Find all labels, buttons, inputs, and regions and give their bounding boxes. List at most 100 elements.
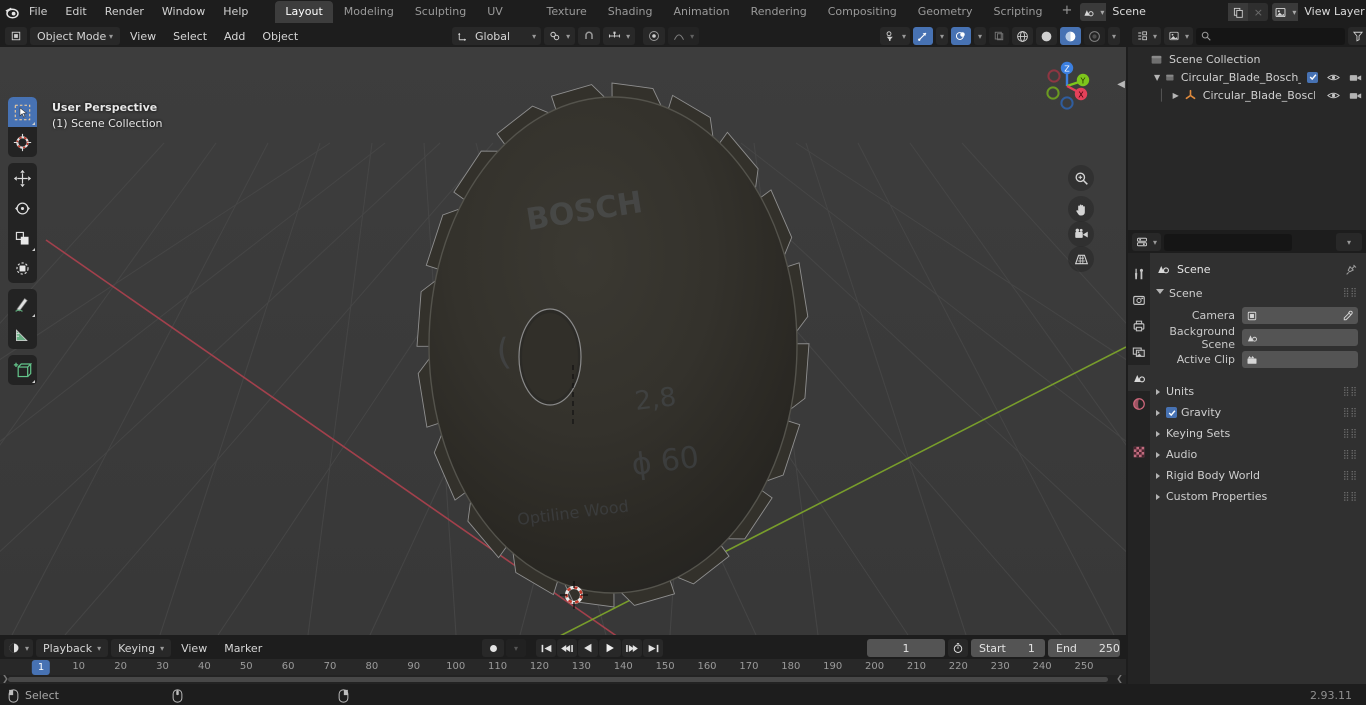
xray-toggle[interactable] — [988, 27, 1009, 45]
camera-render-icon[interactable] — [1349, 90, 1362, 101]
zoom-nav-button[interactable] — [1068, 165, 1094, 191]
jump-to-prev-keyframe-button[interactable] — [557, 639, 577, 657]
gizmo-settings-dropdown[interactable]: ▾ — [935, 27, 948, 45]
transform-tool[interactable] — [8, 253, 37, 283]
properties-search-field[interactable] — [1173, 236, 1299, 248]
collection-exclude-checkbox[interactable] — [1307, 71, 1318, 83]
world-tab[interactable] — [1128, 391, 1150, 417]
pan-nav-button[interactable] — [1068, 196, 1094, 222]
camera-field-input[interactable] — [1242, 307, 1358, 324]
tool-tab[interactable] — [1128, 261, 1150, 287]
navigation-gizmo[interactable]: Z Y X — [1036, 55, 1098, 117]
viewport-canvas[interactable]: BOSCH ( ) 2,8 ϕ 60 Optiline Wood User Pe… — [0, 47, 1126, 635]
add-cube-tool[interactable] — [8, 355, 37, 385]
shading-material-preview-button[interactable] — [1059, 27, 1081, 45]
scroll-right-arrow[interactable]: ❮ — [1116, 674, 1123, 683]
menu-file[interactable]: File — [20, 3, 56, 21]
eye-icon[interactable] — [1327, 72, 1340, 83]
camera-view-button[interactable] — [1068, 221, 1094, 247]
expander-closed-icon[interactable]: ▶ — [1173, 91, 1179, 100]
scene-tab[interactable] — [1128, 365, 1150, 391]
start-frame-field[interactable]: Start 1 — [971, 639, 1045, 657]
filter-id-icon[interactable]: ▾ — [1164, 27, 1194, 45]
play-button[interactable] — [599, 639, 621, 657]
outliner-filter-button[interactable]: ▾ — [1348, 27, 1366, 45]
eyedropper-icon[interactable] — [1342, 310, 1354, 322]
shading-solid-button[interactable] — [1035, 27, 1057, 45]
scene-datablock[interactable]: ▾ Scene × — [1080, 3, 1269, 21]
jump-to-start-button[interactable] — [536, 639, 556, 657]
timeline-menu-keying[interactable]: Keying ▾ — [111, 639, 172, 657]
timeline-menu-view[interactable]: View — [174, 639, 214, 657]
output-tab[interactable] — [1128, 313, 1150, 339]
workspace-tab-modeling[interactable]: Modeling — [334, 1, 404, 23]
viewlayer-datablock[interactable]: ▾ View Layer × — [1272, 3, 1366, 21]
gravity-checkbox[interactable] — [1166, 407, 1177, 418]
object-visibility-dropdown[interactable]: ▾ — [879, 27, 910, 45]
timeline-menu-playback[interactable]: Playback ▾ — [36, 639, 109, 657]
jump-to-end-button[interactable] — [643, 639, 663, 657]
show-overlays-toggle[interactable] — [950, 27, 971, 45]
viewport-menu-object[interactable]: Object — [255, 27, 305, 45]
outliner-row-collection[interactable]: ▼ Circular_Blade_Bosch_for_Wo — [1128, 68, 1366, 86]
active-clip-field-input[interactable] — [1242, 351, 1358, 368]
pin-icon[interactable] — [1345, 263, 1358, 276]
shading-settings-dropdown[interactable]: ▾ — [1107, 27, 1120, 45]
panel-drag-handle[interactable]: ⣿⣿ — [1343, 408, 1358, 418]
workspace-tab-shading[interactable]: Shading — [598, 1, 663, 23]
editor-type-timeline-icon[interactable]: ▾ — [4, 639, 34, 657]
background-scene-field-input[interactable] — [1242, 329, 1358, 346]
eye-icon[interactable] — [1327, 90, 1340, 101]
panel-drag-handle[interactable]: ⣿⣿ — [1343, 471, 1358, 481]
cursor-tool[interactable] — [8, 127, 37, 157]
workspace-tab-sculpting[interactable]: Sculpting — [405, 1, 476, 23]
camera-render-icon[interactable] — [1349, 72, 1362, 83]
panel-drag-handle[interactable]: ⣿⣿ — [1343, 450, 1358, 460]
viewport-menu-view[interactable]: View — [123, 27, 163, 45]
tweak-select-tool[interactable] — [8, 97, 37, 127]
viewport-menu-select[interactable]: Select — [166, 27, 214, 45]
workspace-tab-rendering[interactable]: Rendering — [741, 1, 817, 23]
panel-drag-handle[interactable]: ⣿⣿ — [1343, 492, 1358, 502]
workspace-tab-layout[interactable]: Layout — [275, 1, 333, 23]
outliner-search-input[interactable] — [1196, 27, 1346, 45]
timeline-scrollbar[interactable]: ❯ ❮ — [0, 674, 1126, 684]
scene-panel-header[interactable]: Scene ⣿⣿ — [1156, 283, 1358, 303]
section-keying-sets[interactable]: Keying Sets ⣿⣿ — [1156, 423, 1358, 444]
menu-help[interactable]: Help — [214, 3, 257, 21]
add-workspace-button[interactable]: + — [1053, 1, 1080, 23]
menu-render[interactable]: Render — [96, 3, 153, 21]
viewport-menu-add[interactable]: Add — [217, 27, 252, 45]
transform-orientation-dropdown[interactable]: Global ▾ — [452, 27, 542, 45]
workspace-tab-animation[interactable]: Animation — [663, 1, 739, 23]
outliner-search-field[interactable] — [1215, 30, 1341, 42]
outliner-row-object[interactable]: │ ▶ Circular_Blade_Bosch_for — [1128, 86, 1366, 104]
shading-rendered-button[interactable] — [1083, 27, 1105, 45]
auto-key-stopwatch-button[interactable] — [948, 639, 968, 657]
panel-drag-handle[interactable]: ⣿⣿ — [1343, 288, 1358, 298]
blender-logo-icon[interactable] — [4, 1, 20, 23]
workspace-tab-geometry-nodes[interactable]: Geometry Nodes — [908, 1, 983, 40]
auto-keying-button[interactable] — [482, 639, 504, 657]
rotate-tool[interactable] — [8, 193, 37, 223]
shading-wireframe-button[interactable] — [1011, 27, 1033, 45]
annotate-tool[interactable] — [8, 289, 37, 319]
view-layer-tab[interactable] — [1128, 339, 1150, 365]
section-gravity[interactable]: Gravity ⣿⣿ — [1156, 402, 1358, 423]
object-mode-dropdown[interactable]: Object Mode ▾ — [30, 27, 120, 45]
section-rigid-body-world[interactable]: Rigid Body World ⣿⣿ — [1156, 465, 1358, 486]
proportional-falloff-dropdown[interactable]: ▾ — [668, 27, 700, 45]
pivot-point-dropdown[interactable]: ▾ — [544, 27, 576, 45]
snap-toggle-button[interactable] — [578, 27, 601, 45]
measure-tool[interactable] — [8, 319, 37, 349]
scene-name[interactable]: Scene — [1106, 3, 1229, 21]
panel-drag-handle[interactable]: ⣿⣿ — [1343, 387, 1358, 397]
move-tool[interactable] — [8, 163, 37, 193]
workspace-tab-texture-paint[interactable]: Texture Paint — [537, 1, 597, 40]
section-units[interactable]: Units ⣿⣿ — [1156, 381, 1358, 402]
timeline-menu-marker[interactable]: Marker — [217, 639, 269, 657]
menu-edit[interactable]: Edit — [56, 3, 95, 21]
auto-keying-settings-dropdown[interactable]: ▾ — [506, 639, 526, 657]
show-gizmo-toggle[interactable] — [912, 27, 933, 45]
menu-window[interactable]: Window — [153, 3, 214, 21]
